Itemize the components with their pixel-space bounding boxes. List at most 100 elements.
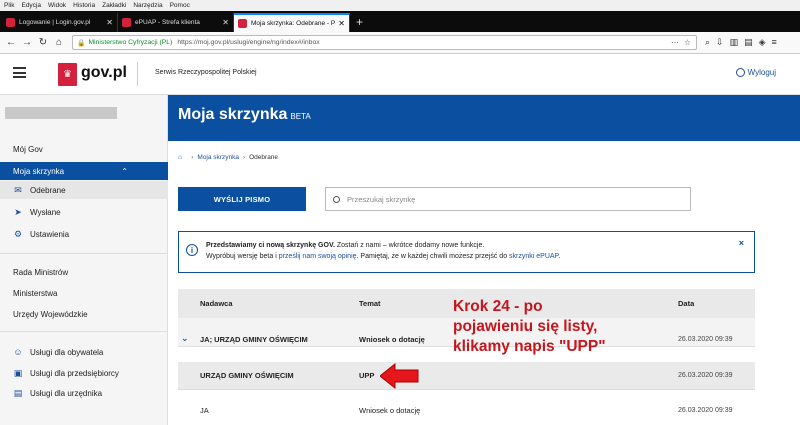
extension-icon[interactable]: ◈	[759, 37, 766, 48]
sidebar-item-ministerstwa[interactable]: Ministerstwa	[0, 284, 168, 302]
sidebar-item-odebrane[interactable]: ✉ Odebrane	[0, 181, 168, 199]
browser-nav-bar: ← → ↻ ⌂ 🔒 Ministerstwo Cyfryzacji (PL) h…	[0, 32, 800, 54]
back-arrow-icon[interactable]: ←	[4, 36, 18, 50]
row-subject: Wniosek o dotację	[359, 406, 421, 415]
browser-tab-login[interactable]: Logowanie | Login.gov.pl ✕	[2, 13, 118, 32]
tab-title: Moja skrzynka: Odebrane - Portal	[251, 20, 336, 27]
tab-favicon-icon	[122, 18, 131, 27]
menu-help[interactable]: Pomoc	[170, 2, 190, 9]
sidebar-item-ustawienia[interactable]: ⚙ Ustawienia	[0, 225, 168, 243]
tab-favicon-icon	[238, 19, 247, 28]
home-icon[interactable]: ⌂	[52, 36, 66, 50]
sidebar-item-rada-ministrow[interactable]: Rada Ministrów	[0, 263, 168, 281]
sidebar-item-moj-gov[interactable]: Mój Gov	[0, 140, 168, 158]
row-subject: Wniosek o dotację	[359, 335, 425, 344]
menu-edit[interactable]: Edycja	[21, 2, 41, 9]
sidebar: Mój Gov Moja skrzynka ⌃ ✉ Odebrane ➤ Wys…	[0, 95, 168, 425]
column-header-date[interactable]: Data	[678, 299, 694, 308]
chevron-down-icon[interactable]: ⌄	[181, 333, 189, 344]
eagle-emblem-icon: ♛	[58, 63, 77, 86]
reload-icon[interactable]: ↻	[36, 36, 50, 50]
service-name: Serwis Rzeczypospolitej Polskiej	[155, 69, 257, 76]
home-icon[interactable]: ⌂	[178, 154, 182, 161]
bookmark-star-icon[interactable]: ☆	[684, 38, 691, 47]
info-notice: i Przedstawiamy ci nową skrzynkę GOV. Zo…	[178, 231, 755, 273]
user-icon	[735, 68, 745, 77]
red-arrow-icon	[380, 363, 419, 389]
library-icon[interactable]: ▥	[730, 37, 739, 48]
breadcrumb-odebrane: Odebrane	[249, 154, 279, 161]
sidebar-item-uslugi-obywatel[interactable]: ☺ Usługi dla obywatela	[0, 343, 168, 361]
column-header-subject[interactable]: Temat	[359, 299, 381, 308]
sidebar-item-moja-skrzynka[interactable]: Moja skrzynka ⌃	[0, 162, 168, 180]
search-placeholder: Przeszukaj skrzynkę	[347, 194, 416, 204]
site-header: ♛ gov.pl Serwis Rzeczypospolitej Polskie…	[0, 54, 800, 95]
tab-close-icon[interactable]: ✕	[338, 19, 345, 28]
breadcrumb-separator: ›	[191, 154, 194, 161]
header-divider	[137, 62, 138, 86]
menu-file[interactable]: Plik	[4, 2, 14, 9]
menu-icon[interactable]: ≡	[772, 37, 777, 48]
sidebar-item-uslugi-przedsiebiorca[interactable]: ▣ Usługi dla przedsiębiorcy	[0, 364, 168, 382]
browser-menu-bar: Plik Edycja Widok Historia Zakładki Narz…	[0, 0, 800, 11]
row-date: 26.03.2020 09:39	[678, 407, 733, 414]
site-identity: Ministerstwo Cyfryzacji (PL)	[88, 39, 173, 46]
menu-bookmarks[interactable]: Zakładki	[102, 2, 126, 9]
row-sender: JA	[200, 406, 209, 415]
browser-tab-epuap[interactable]: ePUAP - Strefa klienta ✕	[118, 13, 234, 32]
sidebar-divider	[0, 253, 168, 254]
breadcrumb-separator: ›	[242, 154, 246, 161]
chevron-up-icon: ⌃	[121, 166, 128, 176]
sidebar-item-wyslane[interactable]: ➤ Wysłane	[0, 203, 168, 221]
download-icon[interactable]: ⇩	[716, 37, 724, 48]
page-banner: Moja skrzynka BETA	[168, 95, 800, 141]
new-tab-button[interactable]: +	[356, 13, 363, 32]
send-letter-button[interactable]: WYŚLIJ PISMO	[178, 187, 306, 211]
logout-label: Wyloguj	[747, 68, 776, 77]
logout-link[interactable]: Wyloguj	[735, 68, 776, 77]
table-row[interactable]: JA Wniosek o dotację 26.03.2020 09:39	[178, 392, 755, 425]
notice-line-1: Przedstawiamy ci nową skrzynkę GOV. Zost…	[206, 242, 485, 249]
search-field[interactable]: Przeszukaj skrzynkę	[325, 187, 691, 211]
row-date: 26.03.2020 09:39	[678, 372, 733, 379]
tab-title: Logowanie | Login.gov.pl	[19, 19, 91, 26]
breadcrumb-moja-skrzynka[interactable]: Moja skrzynka	[197, 154, 239, 161]
search-icon	[333, 195, 340, 203]
column-header-sender[interactable]: Nadawca	[200, 299, 233, 308]
address-bar[interactable]: 🔒 Ministerstwo Cyfryzacji (PL) https://m…	[72, 35, 697, 50]
menu-tools[interactable]: Narzędzia	[133, 2, 162, 9]
envelope-icon: ✉	[14, 184, 22, 195]
url-text[interactable]: https://moj.gov.pl/uslugi/engine/ng/inde…	[177, 39, 671, 46]
browser-tab-strip: Logowanie | Login.gov.pl ✕ ePUAP - Stref…	[0, 11, 800, 32]
site-logo[interactable]: gov.pl	[81, 64, 127, 82]
send-icon: ➤	[14, 206, 22, 217]
sidebar-divider	[0, 331, 168, 332]
briefcase-icon: ▣	[13, 367, 23, 378]
browser-tab-inbox[interactable]: Moja skrzynka: Odebrane - Portal ✕	[234, 13, 350, 32]
notice-line-2: Wypróbuj wersję beta i prześlij nam swoj…	[206, 253, 561, 260]
page-actions-icon[interactable]: ⋯	[671, 38, 679, 47]
person-icon: ☺	[13, 347, 23, 357]
gear-icon: ⚙	[13, 228, 23, 239]
epuap-inbox-link[interactable]: skrzynki ePUAP	[509, 253, 558, 260]
page-title: Moja skrzynka BETA	[178, 106, 311, 123]
sidebar-item-urzedy-wojewodzkie[interactable]: Urzędy Wojewódzkie	[0, 305, 168, 323]
menu-view[interactable]: Widok	[48, 2, 66, 9]
tutorial-annotation: Krok 24 - po pojawieniu się listy, klika…	[453, 298, 606, 355]
upp-link[interactable]: UPP	[359, 371, 374, 380]
tab-close-icon[interactable]: ✕	[222, 18, 229, 27]
search-icon[interactable]: ⌕	[705, 37, 710, 48]
close-icon[interactable]: ×	[739, 238, 744, 248]
user-name-redacted	[5, 107, 117, 119]
menu-history[interactable]: Historia	[73, 2, 95, 9]
feedback-link[interactable]: prześlij nam swoją opinię	[279, 253, 357, 260]
info-icon: i	[186, 244, 198, 256]
sidebar-toggle-icon[interactable]: ▤	[744, 37, 753, 48]
tab-close-icon[interactable]: ✕	[106, 18, 113, 27]
table-row[interactable]: URZĄD GMINY OŚWIĘCIM UPP 26.03.2020 09:3…	[178, 362, 755, 390]
lock-icon: 🔒	[77, 39, 86, 47]
sidebar-item-uslugi-urzednik[interactable]: ▤ Usługi dla urzędnika	[0, 384, 168, 402]
hamburger-menu-icon[interactable]	[13, 67, 26, 78]
row-sender: JA; URZĄD GMINY OŚWIĘCIM	[200, 335, 308, 344]
forward-arrow-icon[interactable]: →	[20, 36, 34, 50]
